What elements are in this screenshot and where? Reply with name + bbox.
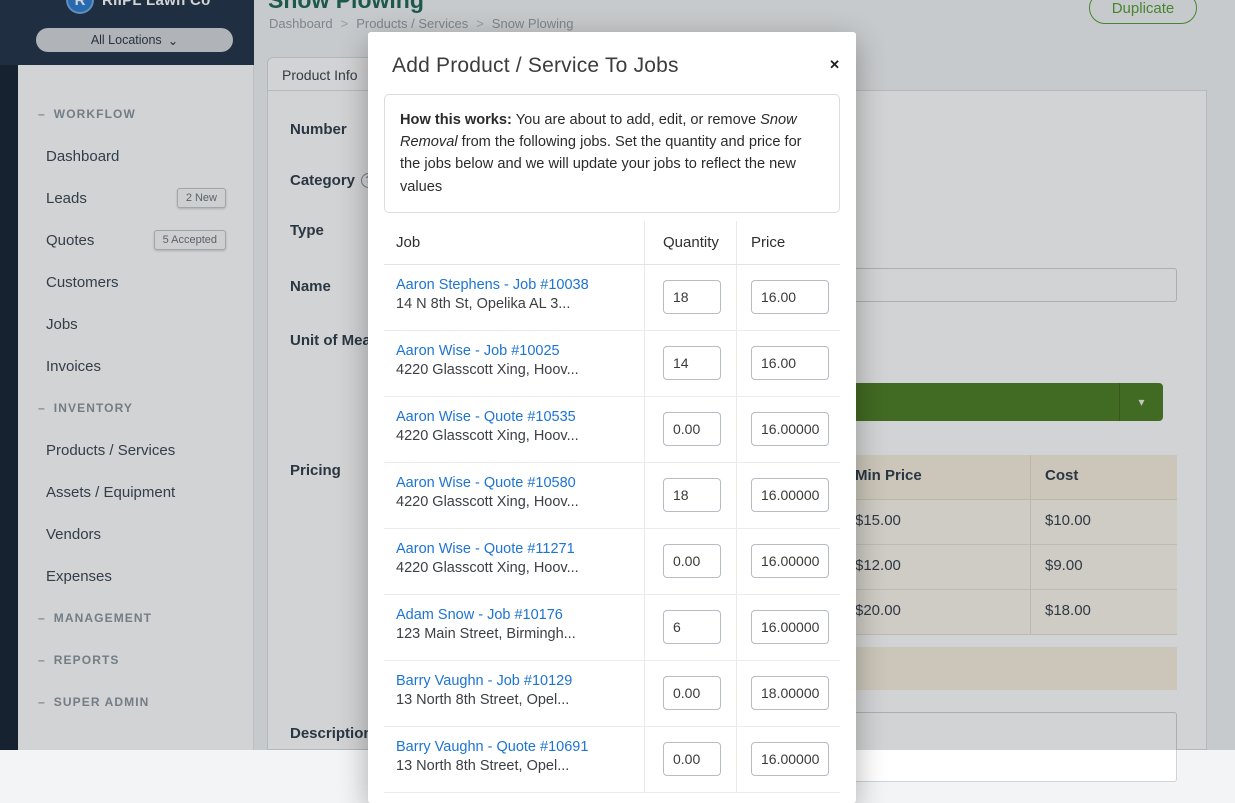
job-address: 4220 Glasscott Xing, Hoov... bbox=[396, 362, 636, 378]
job-link[interactable]: Aaron Wise - Quote #10580 bbox=[396, 475, 636, 491]
how-this-works-bold: How this works: bbox=[400, 112, 512, 128]
jobs-table-header: Job Quantity Price bbox=[384, 221, 840, 265]
job-cell: Aaron Wise - Quote #10535 4220 Glasscott… bbox=[384, 397, 644, 462]
job-row: Aaron Stephens - Job #10038 14 N 8th St,… bbox=[384, 265, 840, 331]
job-cell: Aaron Stephens - Job #10038 14 N 8th St,… bbox=[384, 265, 644, 330]
job-cell: Barry Vaughn - Quote #10691 13 North 8th… bbox=[384, 727, 644, 792]
job-cell: Adam Snow - Job #10176 123 Main Street, … bbox=[384, 595, 644, 660]
how-this-works-box: How this works: You are about to add, ed… bbox=[384, 94, 840, 213]
quantity-input[interactable] bbox=[663, 478, 721, 512]
price-input[interactable] bbox=[751, 412, 829, 446]
how-this-works-text-1: You are about to add, edit, or remove bbox=[512, 112, 760, 128]
quantity-input[interactable] bbox=[663, 412, 721, 446]
job-row: Aaron Wise - Quote #10535 4220 Glasscott… bbox=[384, 397, 840, 463]
job-link[interactable]: Barry Vaughn - Job #10129 bbox=[396, 673, 636, 689]
job-link[interactable]: Aaron Stephens - Job #10038 bbox=[396, 277, 636, 293]
job-cell: Aaron Wise - Job #10025 4220 Glasscott X… bbox=[384, 331, 644, 396]
job-cell: Aaron Wise - Quote #10580 4220 Glasscott… bbox=[384, 463, 644, 528]
quantity-column-header: Quantity bbox=[644, 221, 736, 264]
job-row: Aaron Wise - Quote #10580 4220 Glasscott… bbox=[384, 463, 840, 529]
price-input[interactable] bbox=[751, 280, 829, 314]
job-row: Aaron Wise - Job #10025 4220 Glasscott X… bbox=[384, 331, 840, 397]
job-address: 14 N 8th St, Opelika AL 3... bbox=[396, 296, 636, 312]
quantity-input[interactable] bbox=[663, 280, 721, 314]
modal-header: Add Product / Service To Jobs ✕ bbox=[368, 32, 856, 80]
job-row: Aaron Wise - Quote #11271 4220 Glasscott… bbox=[384, 529, 840, 595]
price-column-header: Price bbox=[736, 221, 840, 264]
modal-title: Add Product / Service To Jobs bbox=[392, 52, 832, 80]
job-cell: Aaron Wise - Quote #11271 4220 Glasscott… bbox=[384, 529, 644, 594]
quantity-input[interactable] bbox=[663, 742, 721, 776]
how-this-works-text-2: from the following jobs. Set the quantit… bbox=[400, 134, 802, 194]
job-link[interactable]: Adam Snow - Job #10176 bbox=[396, 607, 636, 623]
job-address: 4220 Glasscott Xing, Hoov... bbox=[396, 428, 636, 444]
job-row: Barry Vaughn - Job #10129 13 North 8th S… bbox=[384, 661, 840, 727]
price-input[interactable] bbox=[751, 544, 829, 578]
job-address: 4220 Glasscott Xing, Hoov... bbox=[396, 560, 636, 576]
add-product-service-modal: Add Product / Service To Jobs ✕ How this… bbox=[368, 32, 856, 803]
job-column-header: Job bbox=[384, 221, 644, 264]
quantity-input[interactable] bbox=[663, 544, 721, 578]
job-link[interactable]: Aaron Wise - Job #10025 bbox=[396, 343, 636, 359]
quantity-input[interactable] bbox=[663, 346, 721, 380]
job-row: Adam Snow - Job #10176 123 Main Street, … bbox=[384, 595, 840, 661]
close-icon[interactable]: ✕ bbox=[829, 58, 840, 71]
job-address: 123 Main Street, Birmingh... bbox=[396, 626, 636, 642]
job-cell: Barry Vaughn - Job #10129 13 North 8th S… bbox=[384, 661, 644, 726]
price-input[interactable] bbox=[751, 676, 829, 710]
job-link[interactable]: Aaron Wise - Quote #11271 bbox=[396, 541, 636, 557]
jobs-table: Job Quantity Price Aaron Stephens - Job … bbox=[384, 221, 840, 793]
job-row: Barry Vaughn - Quote #10691 13 North 8th… bbox=[384, 727, 840, 793]
quantity-input[interactable] bbox=[663, 676, 721, 710]
price-input[interactable] bbox=[751, 346, 829, 380]
quantity-input[interactable] bbox=[663, 610, 721, 644]
job-address: 13 North 8th Street, Opel... bbox=[396, 692, 636, 708]
price-input[interactable] bbox=[751, 742, 829, 776]
price-input[interactable] bbox=[751, 478, 829, 512]
job-link[interactable]: Barry Vaughn - Quote #10691 bbox=[396, 739, 636, 755]
job-link[interactable]: Aaron Wise - Quote #10535 bbox=[396, 409, 636, 425]
job-address: 4220 Glasscott Xing, Hoov... bbox=[396, 494, 636, 510]
price-input[interactable] bbox=[751, 610, 829, 644]
job-address: 13 North 8th Street, Opel... bbox=[396, 758, 636, 774]
